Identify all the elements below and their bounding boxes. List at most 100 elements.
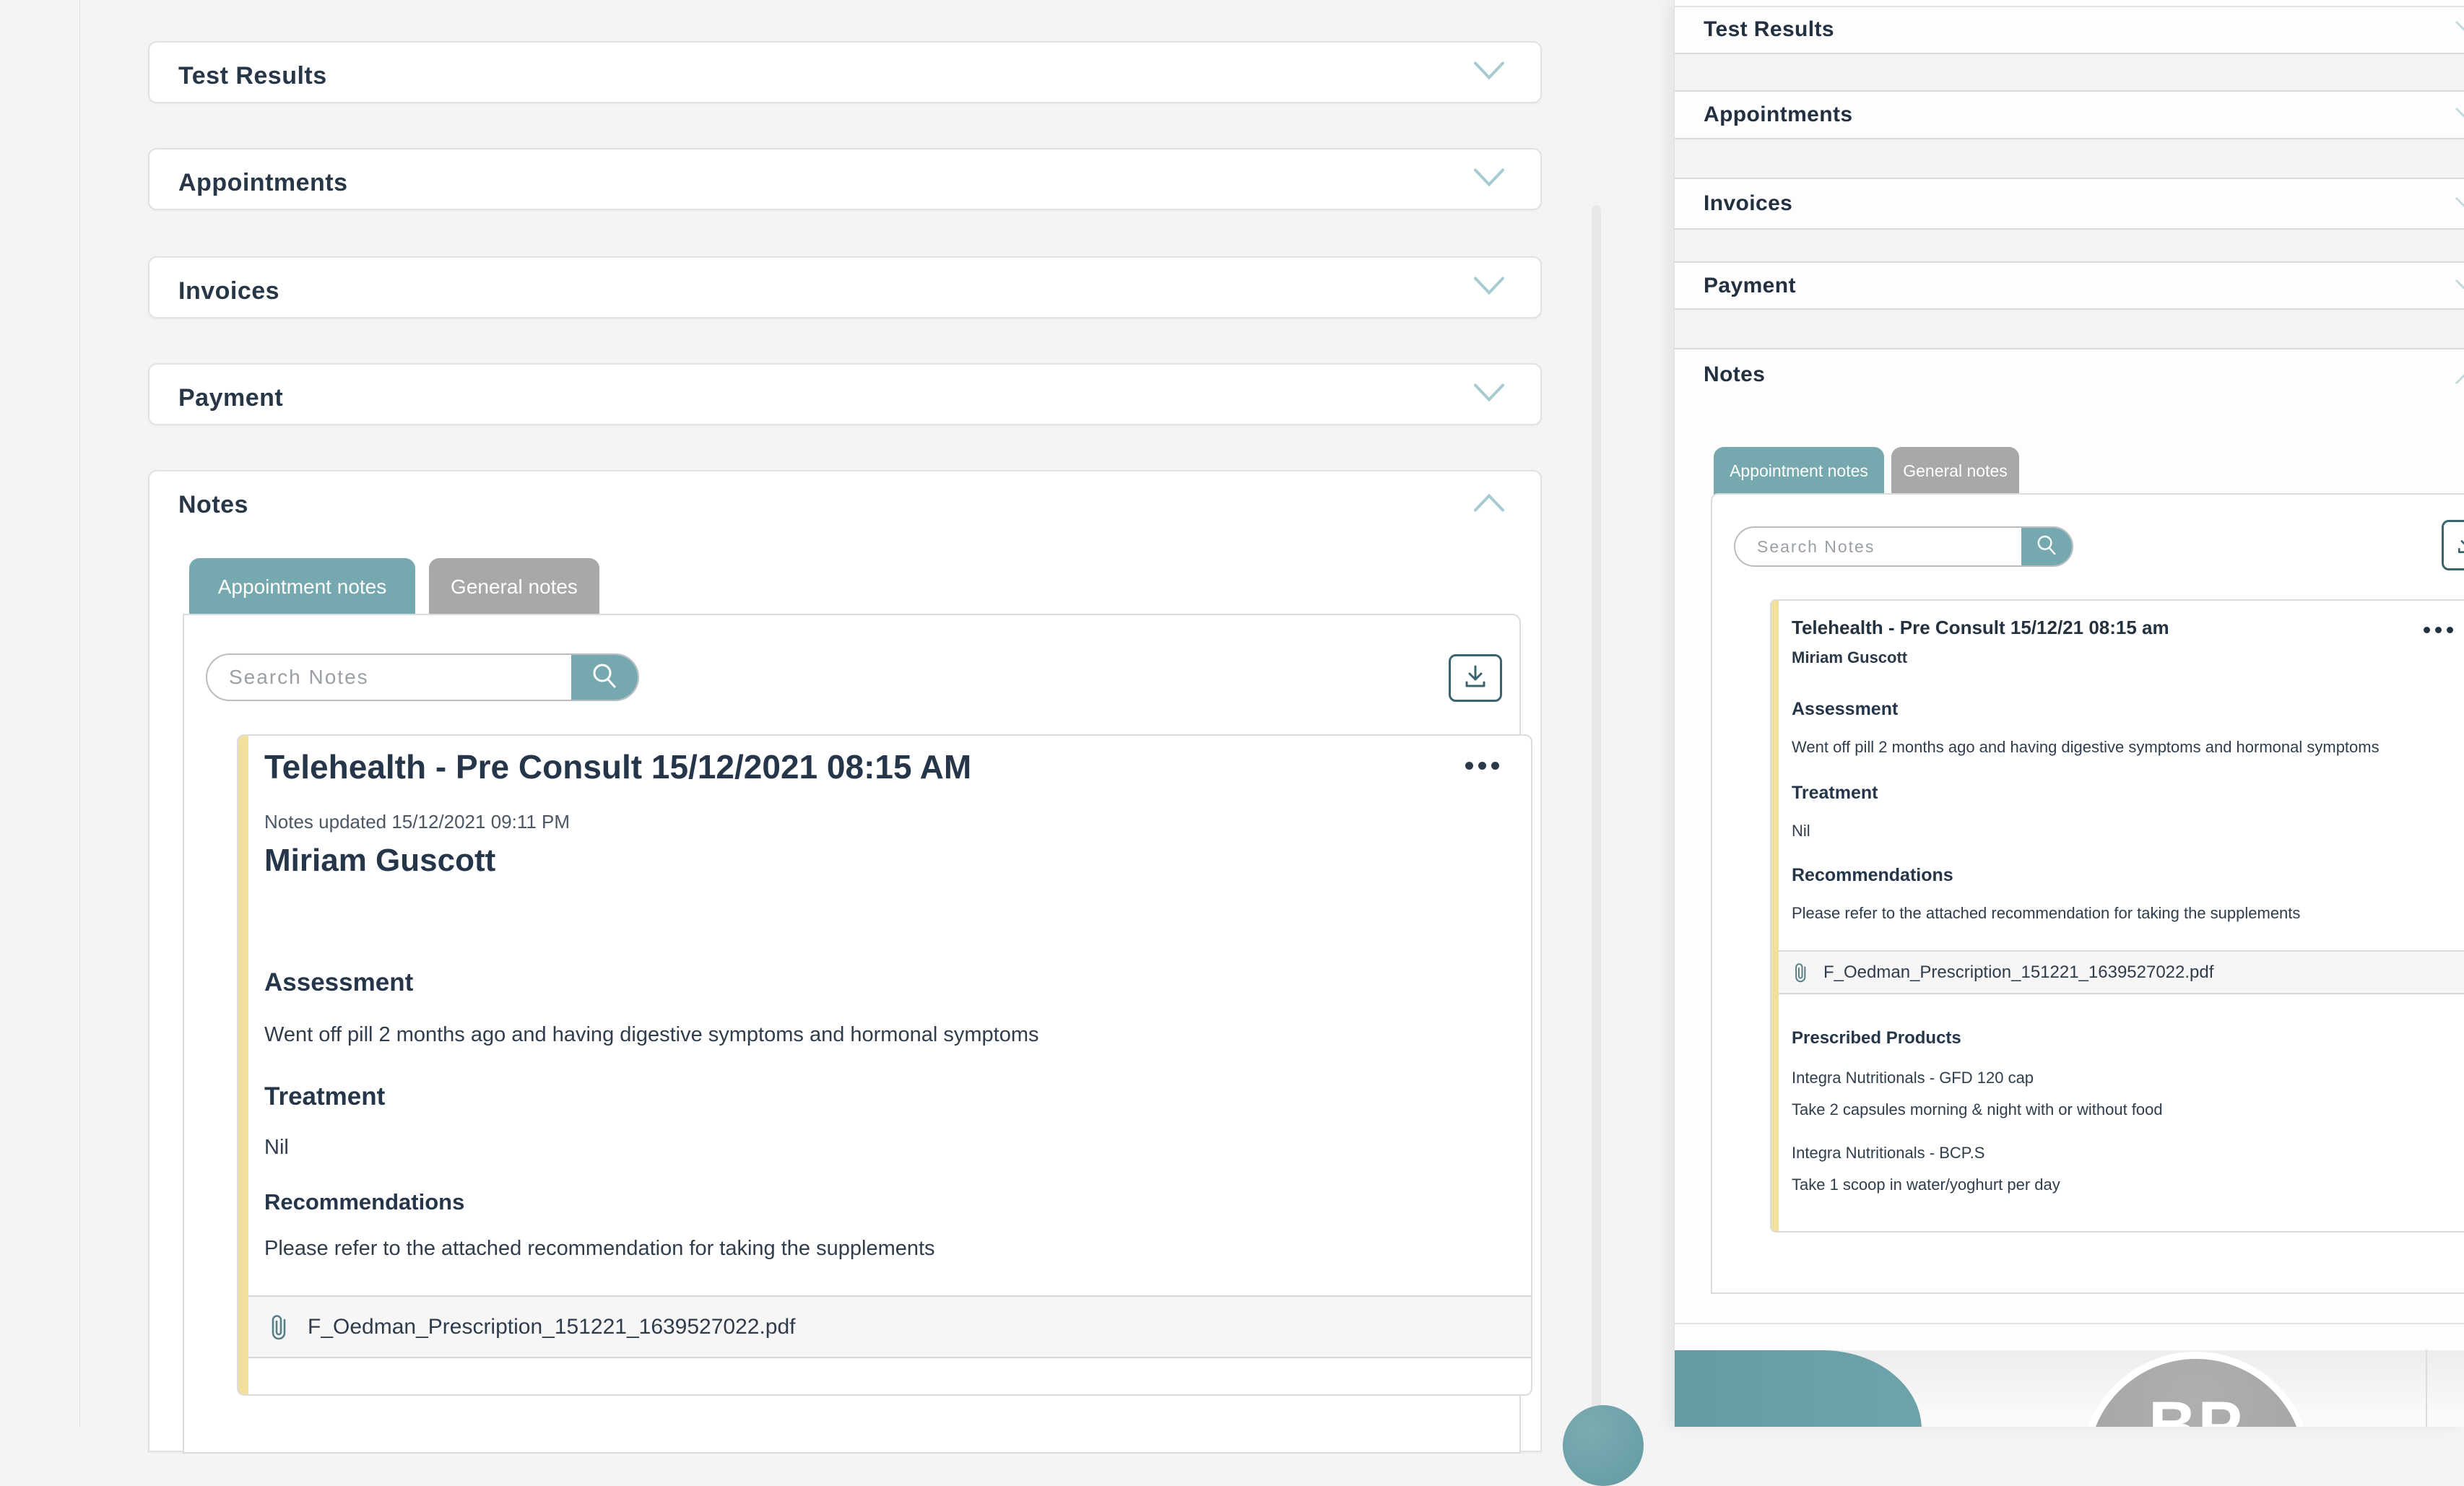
search-button[interactable] bbox=[571, 655, 638, 700]
accordion-payment[interactable]: Payment bbox=[148, 363, 1542, 425]
bp-badge[interactable]: BP bbox=[2081, 1352, 2312, 1427]
tab-appointment-notes[interactable]: Appointment notes bbox=[1714, 447, 1884, 495]
note-section-body: Went off pill 2 months ago and having di… bbox=[264, 1023, 1038, 1047]
note-title: Telehealth - Pre Consult 15/12/2021 08:1… bbox=[264, 747, 971, 786]
attachment-row[interactable]: F_Oedman_Prescription_151221_1639527022.… bbox=[248, 1295, 1531, 1358]
note-section-heading: Assessment bbox=[1792, 699, 1898, 720]
chevron-down-icon bbox=[1472, 276, 1506, 300]
note-section-body: Nil bbox=[264, 1136, 289, 1160]
product-directions: Take 2 capsules morning & night with or … bbox=[1792, 1100, 2163, 1119]
tab-label: Appointment notes bbox=[218, 575, 387, 599]
chevron-up-icon bbox=[1472, 493, 1506, 517]
note-section-heading: Recommendations bbox=[1792, 865, 1953, 886]
search-input[interactable] bbox=[1735, 528, 2021, 565]
attachment-filename: F_Oedman_Prescription_151221_1639527022.… bbox=[1823, 963, 2213, 983]
product-name: Integra Nutritionals - BCP.S bbox=[1792, 1144, 1984, 1163]
divider bbox=[2426, 1350, 2427, 1427]
attachment-row[interactable]: F_Oedman_Prescription_151221_1639527022.… bbox=[1779, 950, 2464, 994]
accordion-label: Notes bbox=[1704, 362, 1765, 387]
paperclip-icon bbox=[1792, 962, 1810, 983]
note-patient-name: Miriam Guscott bbox=[1792, 648, 1907, 667]
accordion-label: Test Results bbox=[1704, 17, 1834, 42]
divider bbox=[1675, 138, 2464, 179]
accordion-label: Notes bbox=[178, 491, 248, 519]
search-icon bbox=[590, 661, 619, 694]
right-preview-panel: Test Results Appointments Invoices Payme… bbox=[1674, 0, 2464, 1427]
note-menu-button[interactable] bbox=[2424, 627, 2453, 633]
tab-label: General notes bbox=[1903, 461, 2007, 481]
accordion-notes-header[interactable]: Notes bbox=[1704, 349, 1765, 400]
divider bbox=[1675, 1323, 2464, 1324]
note-section-body: Went off pill 2 months ago and having di… bbox=[1792, 738, 2380, 757]
tab-general-notes[interactable]: General notes bbox=[429, 558, 599, 615]
download-icon bbox=[2455, 531, 2464, 560]
note-menu-button[interactable] bbox=[1465, 762, 1499, 770]
accordion-label: Payment bbox=[1704, 274, 1796, 298]
download-icon bbox=[1462, 663, 1489, 694]
notes-list-container: Telehealth - Pre Consult 15/12/21 08:15 … bbox=[1711, 493, 2464, 1294]
tab-general-notes[interactable]: General notes bbox=[1891, 447, 2019, 495]
accordion-label: Appointments bbox=[178, 152, 348, 214]
search-notes-field bbox=[206, 653, 639, 701]
note-section-body: Please refer to the attached recommendat… bbox=[264, 1237, 935, 1261]
search-notes-field bbox=[1734, 526, 2073, 567]
accordion-appointments[interactable]: Appointments bbox=[148, 148, 1542, 210]
chevron-down-icon bbox=[2455, 107, 2464, 123]
note-section-heading: Treatment bbox=[264, 1082, 385, 1111]
search-button[interactable] bbox=[2021, 528, 2072, 565]
accordion-appointments[interactable]: Appointments bbox=[1704, 92, 1852, 138]
note-section-body: Nil bbox=[1792, 822, 1810, 840]
chevron-down-icon bbox=[1472, 168, 1506, 191]
accordion-label: Test Results bbox=[178, 45, 327, 107]
divider bbox=[1675, 53, 2464, 92]
accordion-invoices[interactable]: Invoices bbox=[148, 256, 1542, 318]
attachment-filename: F_Oedman_Prescription_151221_1639527022.… bbox=[308, 1315, 796, 1339]
accordion-test-results[interactable]: Test Results bbox=[1704, 6, 1834, 53]
footer-teal-shape bbox=[1675, 1350, 1922, 1427]
note-card: Telehealth - Pre Consult 15/12/21 08:15 … bbox=[1770, 599, 2464, 1233]
note-updated-timestamp: Notes updated 15/12/2021 09:11 PM bbox=[264, 811, 570, 833]
note-section-heading: Assessment bbox=[264, 968, 413, 997]
download-notes-button[interactable] bbox=[2442, 520, 2464, 570]
notes-list-container: Telehealth - Pre Consult 15/12/2021 08:1… bbox=[183, 614, 1521, 1454]
accordion-label: Appointments bbox=[1704, 103, 1852, 127]
tab-label: General notes bbox=[451, 575, 578, 599]
accordion-payment[interactable]: Payment bbox=[1704, 263, 1796, 308]
chevron-down-icon bbox=[2455, 196, 2464, 213]
panel-toggle-button[interactable] bbox=[1563, 1405, 1644, 1486]
accordion-test-results[interactable]: Test Results bbox=[148, 41, 1542, 103]
accordion-label: Payment bbox=[178, 367, 283, 429]
panel-scrollbar[interactable] bbox=[1592, 205, 1601, 1427]
prescribed-products-heading: Prescribed Products bbox=[1792, 1028, 1961, 1048]
product-name: Integra Nutritionals - GFD 120 cap bbox=[1792, 1069, 2034, 1087]
note-section-heading: Treatment bbox=[1792, 783, 1878, 804]
accordion-notes-header[interactable]: Notes bbox=[149, 472, 1540, 538]
note-section-body: Please refer to the attached recommendat… bbox=[1792, 904, 2300, 923]
chevron-up-icon bbox=[2455, 373, 2464, 389]
note-patient-name: Miriam Guscott bbox=[264, 843, 495, 879]
tab-appointment-notes[interactable]: Appointment notes bbox=[189, 558, 415, 615]
left-rail-divider bbox=[79, 0, 80, 1427]
tab-label: Appointment notes bbox=[1730, 461, 1868, 481]
search-input[interactable] bbox=[207, 655, 571, 700]
note-accent-bar bbox=[1771, 601, 1779, 1231]
divider bbox=[1675, 308, 2464, 349]
note-accent-bar bbox=[238, 736, 248, 1394]
accordion-invoices[interactable]: Invoices bbox=[1704, 179, 1792, 228]
chevron-down-icon bbox=[2455, 20, 2464, 37]
note-card: Telehealth - Pre Consult 15/12/2021 08:1… bbox=[237, 734, 1532, 1396]
download-notes-button[interactable] bbox=[1449, 654, 1502, 702]
accordion-label: Invoices bbox=[178, 260, 279, 322]
divider bbox=[1675, 228, 2464, 263]
chevron-down-icon bbox=[1472, 61, 1506, 84]
accordion-label: Invoices bbox=[1704, 191, 1792, 216]
note-title: Telehealth - Pre Consult 15/12/21 08:15 … bbox=[1792, 617, 2169, 639]
paperclip-icon bbox=[267, 1313, 292, 1341]
product-directions: Take 1 scoop in water/yoghurt per day bbox=[1792, 1176, 2060, 1194]
chevron-down-icon bbox=[2455, 279, 2464, 295]
chevron-down-icon bbox=[1472, 383, 1506, 407]
accordion-notes-expanded: Notes Appointment notes General notes bbox=[148, 470, 1542, 1452]
bp-badge-label: BP bbox=[2148, 1388, 2244, 1427]
footer-band: BP bbox=[1675, 1350, 2464, 1427]
search-icon bbox=[2035, 534, 2058, 560]
